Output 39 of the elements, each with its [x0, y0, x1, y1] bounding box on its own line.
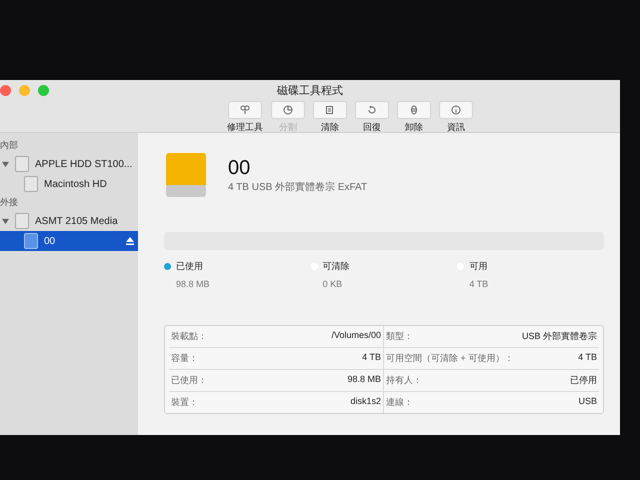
info-value: 4 TB — [362, 352, 381, 364]
restore-icon — [367, 105, 377, 115]
volume-name: 00 — [228, 157, 252, 180]
info-label: 類型： — [386, 330, 413, 343]
legend-value: 4 TB — [469, 279, 490, 289]
info-value: USB 外部實體卷宗 — [522, 330, 597, 343]
legend-value: 98.8 MB — [176, 279, 211, 289]
section-heading: 內部 — [0, 139, 19, 152]
disclosure-down-icon[interactable] — [2, 160, 9, 168]
sidebar-item[interactable]: 00 — [0, 231, 138, 251]
sidebar-item[interactable]: APPLE HDD ST100... — [0, 154, 138, 174]
pie-icon — [283, 105, 293, 115]
info-label: 連線： — [386, 396, 413, 409]
legend-value: 0 KB — [322, 279, 344, 289]
info-label: 容量： — [171, 352, 198, 365]
legend-label: 已使用 — [176, 260, 203, 273]
disclosure-down-icon[interactable] — [2, 218, 9, 224]
eject-icon[interactable] — [126, 237, 134, 245]
section-heading: 外接 — [0, 196, 19, 209]
info-label: 裝載點： — [171, 330, 207, 343]
legend-label: 可用 — [469, 260, 488, 273]
legend-label: 可清除 — [322, 260, 350, 273]
info-value: 98.8 MB — [347, 374, 381, 386]
info-value: 已停用 — [570, 374, 597, 387]
drive-icon — [164, 151, 208, 199]
info-label: 可用空間（可清除 + 可使用）： — [386, 352, 514, 365]
info-label: 裝置： — [171, 396, 198, 409]
volume-description: 4 TB USB 外部實體卷宗 ExFAT — [228, 180, 368, 194]
info-icon — [451, 105, 461, 115]
info-value: 4 TB — [578, 352, 597, 364]
sidebar-item[interactable]: ASMT 2105 Media — [0, 211, 138, 231]
info-value: USB — [578, 396, 597, 408]
info-value: /Volumes/00 — [331, 330, 381, 342]
info-label: 持有人： — [386, 374, 422, 387]
window-title: 磁碟工具程式 — [277, 84, 343, 98]
close-button[interactable] — [0, 85, 11, 96]
info-label: 已使用： — [171, 374, 207, 387]
sidebar-item[interactable]: Macintosh HD — [0, 174, 138, 194]
info-value: disk1s2 — [350, 396, 381, 408]
